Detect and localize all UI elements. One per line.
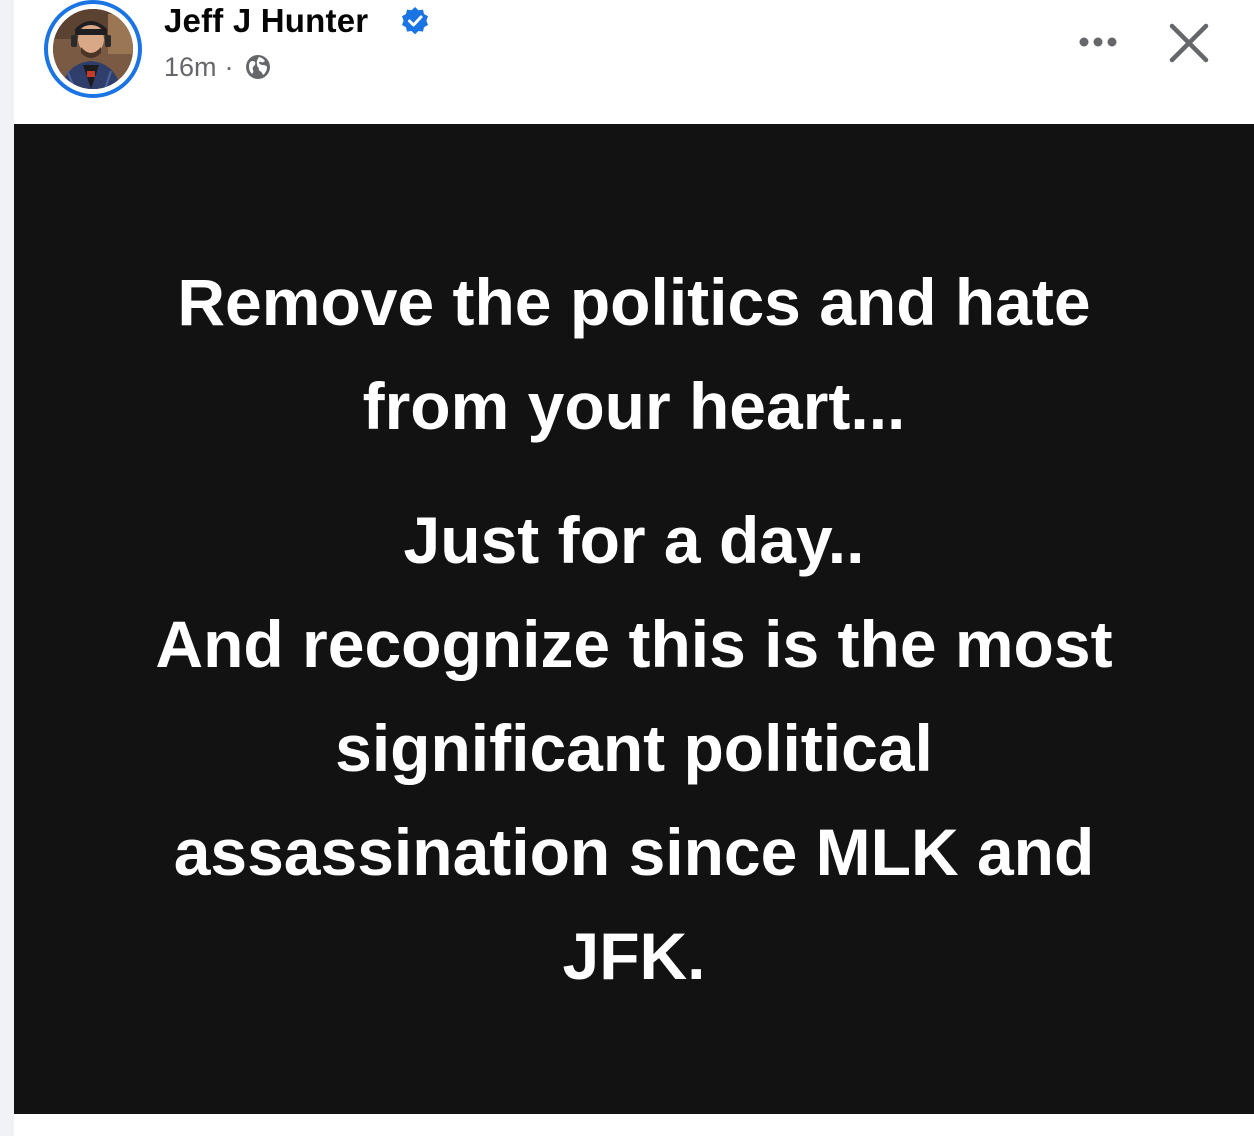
post-text-line: significant political (335, 711, 933, 785)
close-icon[interactable] (1166, 20, 1212, 66)
author-name[interactable]: Jeff J Hunter (164, 2, 368, 40)
post-timestamp[interactable]: 16m (164, 50, 217, 84)
post-text-line: Remove the politics and hate (177, 265, 1091, 339)
post-text-block-2: Just for a day.. And recognize this is t… (14, 488, 1254, 1008)
post-text-block-1: Remove the politics and hate from your h… (14, 250, 1254, 458)
post-text-background: Remove the politics and hate from your h… (14, 124, 1254, 1114)
post-text-line: JFK. (562, 919, 706, 993)
post-footer-strip (14, 1114, 1254, 1136)
avatar-photo (53, 9, 133, 89)
post-header: Jeff J Hunter 16m · (14, 0, 1254, 124)
globe-icon[interactable] (244, 53, 272, 81)
post-text-line: assassination since MLK and (173, 815, 1095, 889)
page-left-edge (0, 0, 14, 1136)
verified-badge-icon (402, 7, 428, 35)
post-text-line: from your heart... (362, 369, 906, 443)
post-meta: 16m · (164, 50, 272, 84)
post-text-line: And recognize this is the most (155, 607, 1113, 681)
more-dots-icon[interactable] (1072, 24, 1124, 60)
meta-separator: · (224, 52, 234, 82)
post-text-line: Just for a day.. (403, 503, 865, 577)
author-avatar[interactable] (44, 0, 142, 98)
